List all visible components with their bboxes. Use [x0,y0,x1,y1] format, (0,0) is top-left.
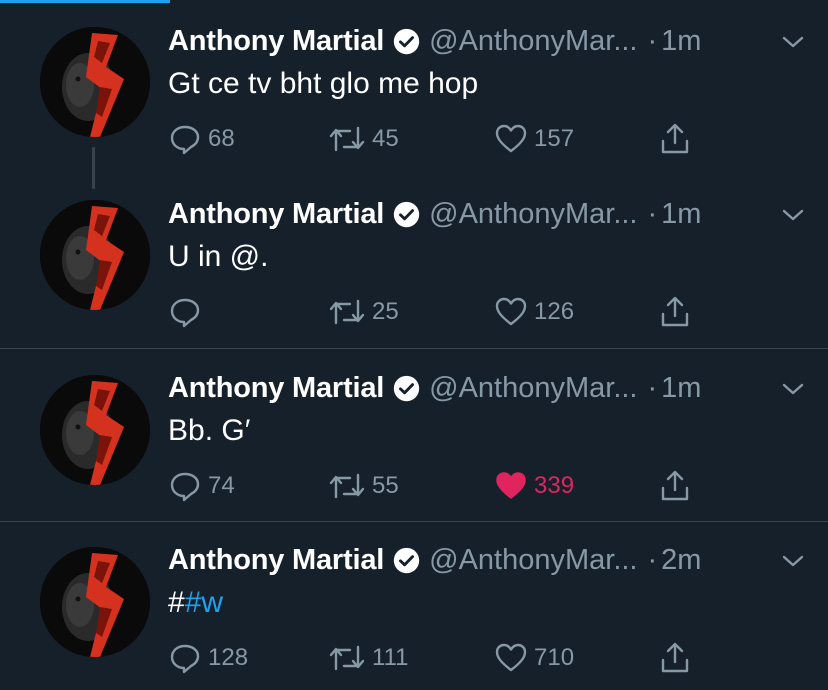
verified-badge-icon [392,546,421,575]
retweet-icon [328,469,366,503]
tweet[interactable]: Anthony Martial @AnthonyMar... · 1m Bb. … [0,348,828,521]
reply-button[interactable] [168,292,208,332]
handle[interactable]: @AnthonyMar... [429,25,637,58]
reply-count: 74 [208,472,235,499]
heart-icon [494,295,528,329]
display-name[interactable]: Anthony Martial [168,25,384,58]
hashtag-link[interactable]: #w [185,586,223,619]
share-icon [658,641,692,675]
retweet-button[interactable]: 25 [328,292,399,332]
retweet-button[interactable]: 55 [328,466,399,506]
tweet-text: U in @. [168,240,269,273]
like-button[interactable]: 126 [494,292,574,332]
avatar[interactable] [40,375,150,485]
separator: · [647,197,658,230]
share-button[interactable] [658,466,692,506]
reply-button[interactable]: 128 [168,638,248,678]
retweet-count: 45 [372,125,399,152]
timestamp[interactable]: 1m [661,198,701,231]
handle[interactable]: @AnthonyMar... [429,372,637,405]
avatar[interactable] [40,27,150,137]
reply-button[interactable]: 68 [168,119,235,159]
reply-icon [168,295,202,329]
tweet-actions: 25 126 [168,292,698,332]
handle[interactable]: @AnthonyMar... [429,198,637,231]
verified-badge-icon [392,200,421,229]
separator: · [647,24,658,57]
chevron-down-icon[interactable] [778,200,808,230]
tweet-header: Anthony Martial @AnthonyMar... · 1m [168,194,808,234]
reply-icon [168,122,202,156]
share-icon [658,295,692,329]
retweet-icon [328,295,366,329]
share-button[interactable] [658,292,692,332]
tweet-text: Gt ce tv bht glo me hop [168,67,479,100]
retweet-count: 55 [372,472,399,499]
tweet-actions: 74 55 339 [168,466,698,506]
display-name[interactable]: Anthony Martial [168,544,384,577]
text-prefix: # [168,586,185,619]
tweet-header: Anthony Martial @AnthonyMar... · 1m [168,21,808,61]
tweet-text: Bb. G′ [168,414,251,447]
reply-button[interactable]: 74 [168,466,235,506]
tweet[interactable]: Anthony Martial @AnthonyMar... · 2m ##w … [0,521,828,690]
share-button[interactable] [658,638,692,678]
verified-badge-icon [392,374,421,403]
retweet-count: 25 [372,298,399,325]
share-icon [658,122,692,156]
like-count: 710 [534,644,575,671]
display-name[interactable]: Anthony Martial [168,198,384,231]
tweet[interactable]: Anthony Martial @AnthonyMar... · 1m Gt c… [0,0,828,189]
avatar[interactable] [40,200,150,310]
heart-icon [494,122,528,156]
chevron-down-icon[interactable] [778,546,808,576]
heart-icon [494,469,528,503]
tweet-text: ##w [168,586,223,620]
display-name[interactable]: Anthony Martial [168,372,384,405]
timestamp[interactable]: 1m [661,372,701,405]
tweet-actions: 68 45 157 [168,119,698,159]
tweet-feed: Anthony Martial @AnthonyMar... · 1m Gt c… [0,0,828,690]
like-button[interactable]: 710 [494,638,574,678]
like-count: 339 [534,472,575,499]
chevron-down-icon[interactable] [778,27,808,57]
like-count: 126 [534,298,575,325]
verified-badge-icon [392,27,421,56]
retweet-icon [328,641,366,675]
share-button[interactable] [658,119,692,159]
handle[interactable]: @AnthonyMar... [429,544,637,577]
tweet-actions: 128 111 710 [168,638,698,678]
reply-count: 68 [208,125,235,152]
tweet-header: Anthony Martial @AnthonyMar... · 1m [168,368,808,408]
reply-count: 128 [208,644,249,671]
tweet[interactable]: Anthony Martial @AnthonyMar... · 1m U in… [0,176,828,348]
avatar[interactable] [40,547,150,657]
chevron-down-icon[interactable] [778,374,808,404]
timestamp[interactable]: 1m [661,25,701,58]
share-icon [658,469,692,503]
retweet-icon [328,122,366,156]
separator: · [647,371,658,404]
reply-icon [168,641,202,675]
like-button[interactable]: 339 [494,466,574,506]
like-button[interactable]: 157 [494,119,574,159]
reply-icon [168,469,202,503]
retweet-button[interactable]: 45 [328,119,399,159]
like-count: 157 [534,125,575,152]
separator: · [647,543,658,576]
timestamp[interactable]: 2m [661,544,701,577]
tweet-header: Anthony Martial @AnthonyMar... · 2m [168,540,808,580]
retweet-button[interactable]: 111 [328,638,408,678]
heart-icon [494,641,528,675]
retweet-count: 111 [372,644,409,671]
